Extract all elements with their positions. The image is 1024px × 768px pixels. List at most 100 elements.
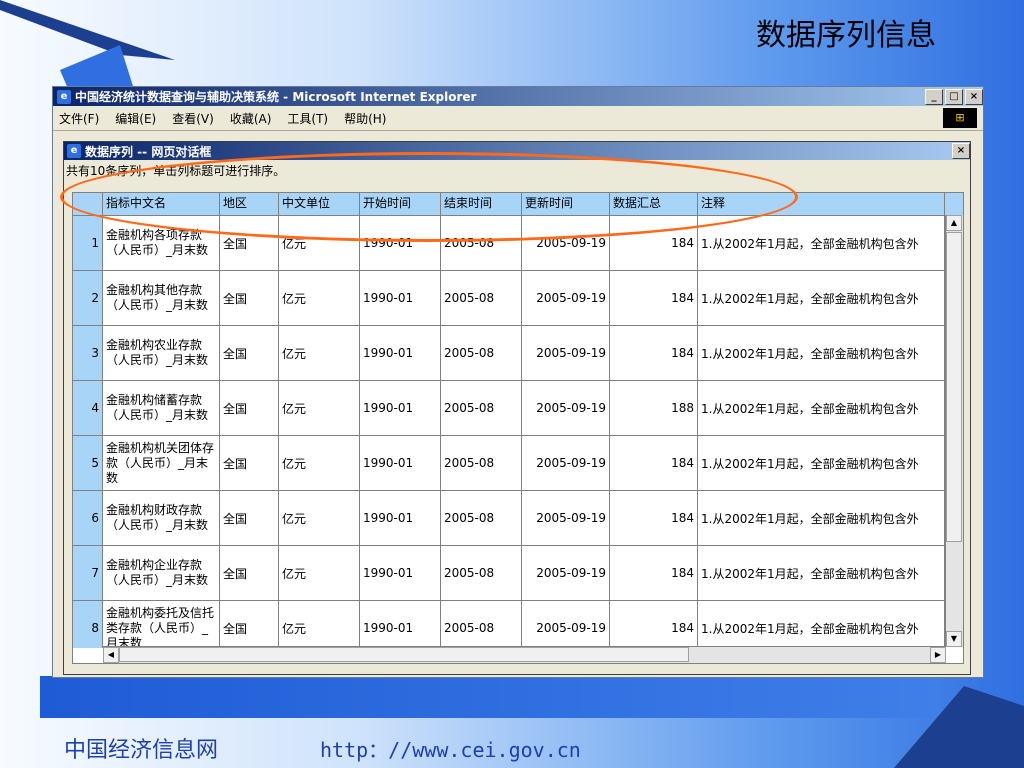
row-end: 2005-08 xyxy=(441,546,522,600)
row-count: 184 xyxy=(610,326,698,380)
row-index: 5 xyxy=(73,436,103,490)
decor-bottom-right xyxy=(894,686,1024,768)
table-row[interactable]: 8 金融机构委托及信托类存款（人民币）_月末数 全国 亿元 1990-01 2005-08… xyxy=(73,601,963,648)
row-name: 金融机构农业存款（人民币）_月末数 xyxy=(103,326,220,380)
menu-file[interactable]: 文件(F) xyxy=(59,110,99,127)
table-row[interactable]: 7 金融机构企业存款（人民币）_月末数 全国 亿元 1990-01 2005-08 2005… xyxy=(73,546,963,601)
row-count: 184 xyxy=(610,601,698,648)
header-note[interactable]: 注释 xyxy=(698,193,945,215)
table-row[interactable]: 1 金融机构各项存款（人民币）_月末数 全国 亿元 1990-01 2005-08 2005… xyxy=(73,216,963,271)
horizontal-scrollbar[interactable]: ◀ ▶ xyxy=(103,646,946,663)
row-region: 全国 xyxy=(220,436,279,490)
menu-favorites[interactable]: 收藏(A) xyxy=(230,110,272,127)
header-updated[interactable]: 更新时间 xyxy=(522,193,610,215)
scroll-down-icon[interactable]: ▼ xyxy=(946,631,962,647)
row-end: 2005-08 xyxy=(441,271,522,325)
row-start: 1990-01 xyxy=(360,216,441,270)
row-name: 金融机构储蓄存款（人民币）_月末数 xyxy=(103,381,220,435)
menu-help[interactable]: 帮助(H) xyxy=(344,110,386,127)
header-count[interactable]: 数据汇总 xyxy=(610,193,698,215)
row-start: 1990-01 xyxy=(360,271,441,325)
menu-view[interactable]: 查看(V) xyxy=(172,110,214,127)
scroll-right-icon[interactable]: ▶ xyxy=(930,647,946,663)
row-note: 1.从2002年1月起，全部金融机构包含外 xyxy=(698,326,945,380)
header-region[interactable]: 地区 xyxy=(220,193,279,215)
row-end: 2005-08 xyxy=(441,381,522,435)
ie-menubar: 文件(F) 编辑(E) 查看(V) 收藏(A) 工具(T) 帮助(H) ⊞ xyxy=(53,106,983,131)
ie-window: e 中国经济统计数据查询与辅助决策系统 - Microsoft Internet… xyxy=(52,86,984,678)
dialog-title: 数据序列 -- 网页对话框 xyxy=(85,144,212,159)
slide-title: 数据序列信息 xyxy=(756,18,936,53)
row-name: 金融机构企业存款（人民币）_月末数 xyxy=(103,546,220,600)
table-row[interactable]: 5 金融机构机关团体存款（人民币）_月末数 全国 亿元 1990-01 2005-08 20… xyxy=(73,436,963,491)
series-table: 指标中文名 地区 中文单位 开始时间 结束时间 更新时间 数据汇总 注释 1 金融… xyxy=(72,192,964,664)
table-row[interactable]: 4 金融机构储蓄存款（人民币）_月末数 全国 亿元 1990-01 2005-08 2005… xyxy=(73,381,963,436)
row-index: 1 xyxy=(73,216,103,270)
table-row[interactable]: 2 金融机构其他存款（人民币）_月末数 全国 亿元 1990-01 2005-08 2005… xyxy=(73,271,963,326)
header-end[interactable]: 结束时间 xyxy=(441,193,522,215)
table-body: 1 金融机构各项存款（人民币）_月末数 全国 亿元 1990-01 2005-08 2005… xyxy=(73,216,963,648)
series-dialog: e 数据序列 -- 网页对话框 × 共有10条序列，单击列标题可进行排序。 指标… xyxy=(63,141,971,675)
table-row[interactable]: 3 金融机构农业存款（人民币）_月末数 全国 亿元 1990-01 2005-08 2005… xyxy=(73,326,963,381)
row-updated: 2005-09-19 xyxy=(522,601,610,648)
header-unit[interactable]: 中文单位 xyxy=(279,193,360,215)
row-index: 4 xyxy=(73,381,103,435)
row-region: 全国 xyxy=(220,326,279,380)
table-header: 指标中文名 地区 中文单位 开始时间 结束时间 更新时间 数据汇总 注释 xyxy=(73,193,963,216)
series-count-info: 共有10条序列，单击列标题可进行排序。 xyxy=(66,164,286,178)
row-unit: 亿元 xyxy=(279,271,360,325)
row-start: 1990-01 xyxy=(360,381,441,435)
row-note: 1.从2002年1月起，全部金融机构包含外 xyxy=(698,381,945,435)
row-name: 金融机构财政存款（人民币）_月末数 xyxy=(103,491,220,545)
footer-url: http：//www.cei.gov.cn xyxy=(320,738,581,762)
close-button[interactable]: × xyxy=(965,88,983,105)
ie-titlebar[interactable]: e 中国经济统计数据查询与辅助决策系统 - Microsoft Internet… xyxy=(53,87,983,106)
maximize-button[interactable]: □ xyxy=(945,88,963,105)
ie-icon: e xyxy=(57,89,71,104)
row-end: 2005-08 xyxy=(441,326,522,380)
row-note: 1.从2002年1月起，全部金融机构包含外 xyxy=(698,601,945,648)
row-updated: 2005-09-19 xyxy=(522,546,610,600)
vertical-scroll-thumb[interactable] xyxy=(946,232,962,542)
row-region: 全国 xyxy=(220,601,279,648)
row-count: 184 xyxy=(610,491,698,545)
menu-tools[interactable]: 工具(T) xyxy=(287,110,328,127)
horizontal-scroll-thumb[interactable] xyxy=(119,647,689,662)
row-region: 全国 xyxy=(220,546,279,600)
scroll-left-icon[interactable]: ◀ xyxy=(103,647,119,663)
row-region: 全国 xyxy=(220,216,279,270)
row-unit: 亿元 xyxy=(279,491,360,545)
row-name: 金融机构各项存款（人民币）_月末数 xyxy=(103,216,220,270)
footer-site-name: 中国经济信息网 xyxy=(64,738,219,763)
row-note: 1.从2002年1月起，全部金融机构包含外 xyxy=(698,491,945,545)
row-start: 1990-01 xyxy=(360,326,441,380)
menu-edit[interactable]: 编辑(E) xyxy=(115,110,156,127)
table-row[interactable]: 6 金融机构财政存款（人民币）_月末数 全国 亿元 1990-01 2005-08 2005… xyxy=(73,491,963,546)
header-index xyxy=(73,193,103,215)
dialog-titlebar[interactable]: e 数据序列 -- 网页对话框 × xyxy=(64,142,970,160)
row-region: 全国 xyxy=(220,491,279,545)
row-name: 金融机构其他存款（人民币）_月末数 xyxy=(103,271,220,325)
row-updated: 2005-09-19 xyxy=(522,216,610,270)
scroll-up-icon[interactable]: ▲ xyxy=(946,215,962,231)
row-name: 金融机构委托及信托类存款（人民币）_月末数 xyxy=(103,601,220,648)
row-updated: 2005-09-19 xyxy=(522,271,610,325)
ie-title: 中国经济统计数据查询与辅助决策系统 - Microsoft Internet E… xyxy=(75,90,477,104)
header-name[interactable]: 指标中文名 xyxy=(103,193,220,215)
dialog-close-button[interactable]: × xyxy=(952,143,970,159)
row-index: 8 xyxy=(73,601,103,648)
row-note: 1.从2002年1月起，全部金融机构包含外 xyxy=(698,271,945,325)
row-name: 金融机构机关团体存款（人民币）_月末数 xyxy=(103,436,220,490)
header-start[interactable]: 开始时间 xyxy=(360,193,441,215)
row-end: 2005-08 xyxy=(441,601,522,648)
vertical-scrollbar[interactable]: ▲ ▼ xyxy=(945,215,963,647)
row-start: 1990-01 xyxy=(360,491,441,545)
row-updated: 2005-09-19 xyxy=(522,436,610,490)
minimize-button[interactable]: _ xyxy=(925,88,943,105)
row-region: 全国 xyxy=(220,381,279,435)
row-unit: 亿元 xyxy=(279,381,360,435)
decor-bottom-band xyxy=(40,676,940,718)
row-count: 184 xyxy=(610,216,698,270)
row-updated: 2005-09-19 xyxy=(522,491,610,545)
row-start: 1990-01 xyxy=(360,436,441,490)
